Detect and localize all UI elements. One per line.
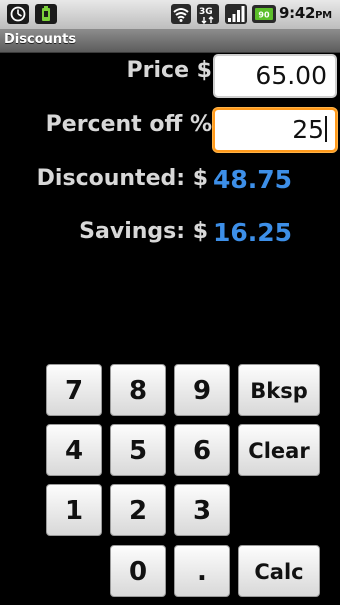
discounted-value: 48.75 xyxy=(213,165,293,194)
percent-off-input-value: 25 xyxy=(292,115,324,144)
app-notification-icon xyxy=(6,3,30,29)
app-title: Discounts xyxy=(4,32,77,47)
key-3[interactable]: 3 xyxy=(174,484,230,536)
wifi-icon xyxy=(170,3,192,29)
key-4[interactable]: 4 xyxy=(46,424,102,476)
svg-text:3G: 3G xyxy=(199,7,213,17)
key-decimal-point[interactable]: . xyxy=(174,545,230,597)
clock: 9:42PM xyxy=(279,4,332,22)
discounted-label: Discounted: $ xyxy=(36,166,208,191)
battery-app-notification-icon xyxy=(34,3,58,29)
savings-label: Savings: $ xyxy=(79,219,208,244)
signal-icon xyxy=(224,3,248,29)
title-bar: Discounts xyxy=(0,30,340,53)
key-6[interactable]: 6 xyxy=(174,424,230,476)
clear-button[interactable]: Clear xyxy=(238,424,320,476)
calc-button[interactable]: Calc xyxy=(238,545,320,597)
percent-off-input[interactable]: 25 xyxy=(213,108,337,152)
key-1[interactable]: 1 xyxy=(46,484,102,536)
battery-icon: 90 xyxy=(251,4,277,28)
percent-off-label: Percent off % xyxy=(45,112,212,137)
savings-value: 16.25 xyxy=(213,218,293,247)
backspace-button[interactable]: Bksp xyxy=(238,364,320,416)
key-9[interactable]: 9 xyxy=(174,364,230,416)
svg-text:90: 90 xyxy=(258,11,270,20)
key-5[interactable]: 5 xyxy=(110,424,166,476)
key-7[interactable]: 7 xyxy=(46,364,102,416)
key-2[interactable]: 2 xyxy=(110,484,166,536)
key-0[interactable]: 0 xyxy=(110,545,166,597)
3g-icon: 3G xyxy=(196,3,220,29)
status-bar: 3G 90 9:42PM xyxy=(0,0,340,30)
price-input[interactable]: 65.00 xyxy=(213,54,337,98)
key-8[interactable]: 8 xyxy=(110,364,166,416)
price-label: Price $ xyxy=(126,58,212,83)
price-input-value: 65.00 xyxy=(255,61,327,90)
text-cursor xyxy=(325,116,327,142)
